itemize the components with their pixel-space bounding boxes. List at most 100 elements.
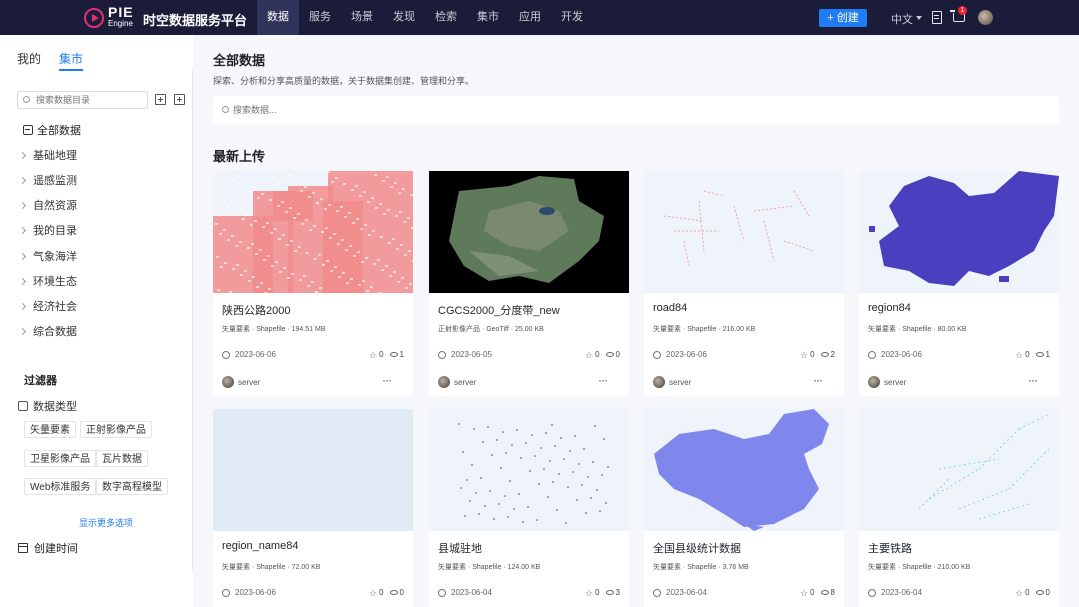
star-icon[interactable]: ☆ [585, 588, 593, 597]
card-thumbnail[interactable] [644, 171, 844, 293]
data-card[interactable]: road84 矢量要素 · Shapefile · 216.00 KB 2023-0… [644, 171, 844, 396]
view-count: 2 [830, 350, 835, 359]
data-card[interactable]: 陕西公路2000 矢量要素 · Shapefile · 194.51 MB 2023… [213, 171, 413, 396]
nav-search[interactable]: 检索 [425, 0, 467, 35]
filter-chip[interactable]: 矢量要素 [24, 421, 76, 438]
data-card[interactable]: 主要铁路 矢量要素 · Shapefile · 210.00 KB 2023-06-… [859, 409, 1059, 607]
filter-chip[interactable]: 数字高程模型 [96, 478, 168, 495]
chevron-down-icon[interactable] [916, 16, 922, 20]
card-thumbnail[interactable] [213, 171, 413, 293]
filter-chip[interactable]: Web标准服务 [24, 478, 97, 495]
card-thumbnail[interactable] [859, 409, 1059, 531]
card-thumbnail[interactable] [213, 409, 413, 531]
category-item[interactable]: 自然资源 [18, 197, 77, 213]
page-title: 全部数据 [213, 53, 266, 68]
chevron-right-icon [18, 151, 27, 159]
category-item[interactable]: 综合数据 [18, 323, 77, 339]
star-icon[interactable]: ☆ [1015, 588, 1023, 597]
category-label: 我的目录 [33, 225, 77, 237]
card-title[interactable]: region84 [868, 302, 911, 314]
show-more-options-link[interactable]: 显示更多选项 [79, 516, 133, 529]
nav-scenes[interactable]: 场景 [341, 0, 383, 35]
category-all[interactable]: 全部数据 [23, 122, 81, 138]
category-item[interactable]: 气象海洋 [18, 248, 77, 264]
database-icon [23, 125, 33, 135]
data-card[interactable]: region_name84 矢量要素 · Shapefile · 72.00 KB… [213, 409, 413, 607]
filter-chip[interactable]: 卫星影像产品 [24, 450, 96, 467]
card-thumbnail[interactable] [429, 171, 629, 293]
play-logo-icon [84, 8, 104, 28]
data-card[interactable]: region84 矢量要素 · Shapefile · 80.00 KB 2023-… [859, 171, 1059, 396]
star-icon[interactable]: ☆ [800, 350, 808, 359]
category-item[interactable]: 环境生态 [18, 273, 77, 289]
category-item[interactable]: 基础地理 [18, 147, 77, 163]
data-search-input[interactable] [233, 104, 633, 116]
card-thumbnail[interactable] [859, 171, 1059, 293]
star-count: 0 [595, 588, 600, 597]
card-title[interactable]: 全国县级统计数据 [653, 540, 741, 556]
category-label: 自然资源 [33, 200, 77, 212]
data-card[interactable]: 全国县级统计数据 矢量要素 · Shapefile · 3.76 MB 2023-0… [644, 409, 844, 607]
filter-chip[interactable]: 正射影像产品 [80, 421, 152, 438]
card-title[interactable]: road84 [653, 302, 687, 314]
more-options-icon[interactable]: ··· [382, 373, 392, 387]
card-title[interactable]: 县城驻地 [438, 540, 482, 556]
star-icon[interactable]: ☆ [800, 588, 808, 597]
nav-data[interactable]: 数据 [257, 0, 299, 35]
create-time-filter[interactable]: 创建时间 [18, 540, 78, 556]
data-type-label: 数据类型 [33, 401, 77, 413]
card-stats: ☆ 0 1 [1015, 350, 1050, 359]
card-date-text: 2023-06-06 [881, 350, 922, 359]
card-date-text: 2023-06-06 [235, 350, 276, 359]
card-date: 2023-06-05 [438, 350, 492, 359]
card-owner[interactable]: server [222, 376, 260, 388]
user-avatar[interactable] [978, 10, 993, 25]
card-owner[interactable]: server [438, 376, 476, 388]
card-title[interactable]: 主要铁路 [868, 540, 912, 556]
star-icon[interactable]: ☆ [369, 350, 377, 359]
card-meta: 矢量要素 · Shapefile · 216.00 KB [653, 326, 756, 333]
tab-market[interactable]: 集市 [59, 50, 83, 67]
data-type-filter[interactable]: 数据类型 [18, 398, 77, 414]
card-owner[interactable]: server [868, 376, 906, 388]
pie-engine-logo[interactable]: PIE Engine [84, 4, 138, 31]
nav-discover[interactable]: 发现 [383, 0, 425, 35]
add-item-icon[interactable] [174, 94, 185, 105]
nav-apps[interactable]: 应用 [509, 0, 551, 35]
card-title[interactable]: 陕西公路2000 [222, 302, 290, 318]
tab-mine[interactable]: 我的 [17, 50, 41, 67]
nav-develop[interactable]: 开发 [551, 0, 593, 35]
clock-icon [868, 588, 876, 597]
card-owner[interactable]: server [653, 376, 691, 388]
eye-icon [389, 352, 398, 357]
card-date: 2023-06-06 [222, 350, 276, 359]
create-button[interactable]: + 创建 [819, 9, 867, 27]
card-thumbnail[interactable] [644, 409, 844, 531]
card-thumbnail[interactable] [429, 409, 629, 531]
more-options-icon[interactable]: ··· [813, 373, 823, 387]
star-icon[interactable]: ☆ [585, 350, 593, 359]
thumbnail-map [644, 171, 844, 293]
data-card[interactable]: CGCS2000_分度带_new 正射影像产品 · GeoTiff · 25.00… [429, 171, 629, 396]
category-item[interactable]: 遥感监测 [18, 172, 77, 188]
more-options-icon[interactable]: ··· [1028, 373, 1038, 387]
data-card[interactable]: 县城驻地 矢量要素 · Shapefile · 124.00 KB 2023-06-… [429, 409, 629, 607]
card-title[interactable]: CGCS2000_分度带_new [438, 302, 560, 318]
nav-market[interactable]: 集市 [467, 0, 509, 35]
category-item[interactable]: 我的目录 [18, 222, 77, 238]
card-meta: 矢量要素 · Shapefile · 210.00 KB [868, 564, 971, 571]
category-item[interactable]: 经济社会 [18, 298, 77, 314]
clock-icon [653, 350, 661, 359]
catalog-search-input[interactable] [36, 94, 144, 106]
add-folder-icon[interactable] [155, 94, 166, 105]
more-options-icon[interactable]: ··· [598, 373, 608, 387]
document-icon[interactable] [932, 11, 942, 24]
filter-chip[interactable]: 瓦片数据 [96, 450, 148, 467]
star-icon[interactable]: ☆ [369, 588, 377, 597]
card-meta: 矢量要素 · Shapefile · 72.00 KB [222, 564, 321, 571]
star-icon[interactable]: ☆ [1015, 350, 1023, 359]
card-stats: ☆ 0 0 [369, 588, 404, 597]
language-selector[interactable]: 中文 [891, 11, 913, 27]
nav-services[interactable]: 服务 [299, 0, 341, 35]
card-title[interactable]: region_name84 [222, 540, 298, 552]
